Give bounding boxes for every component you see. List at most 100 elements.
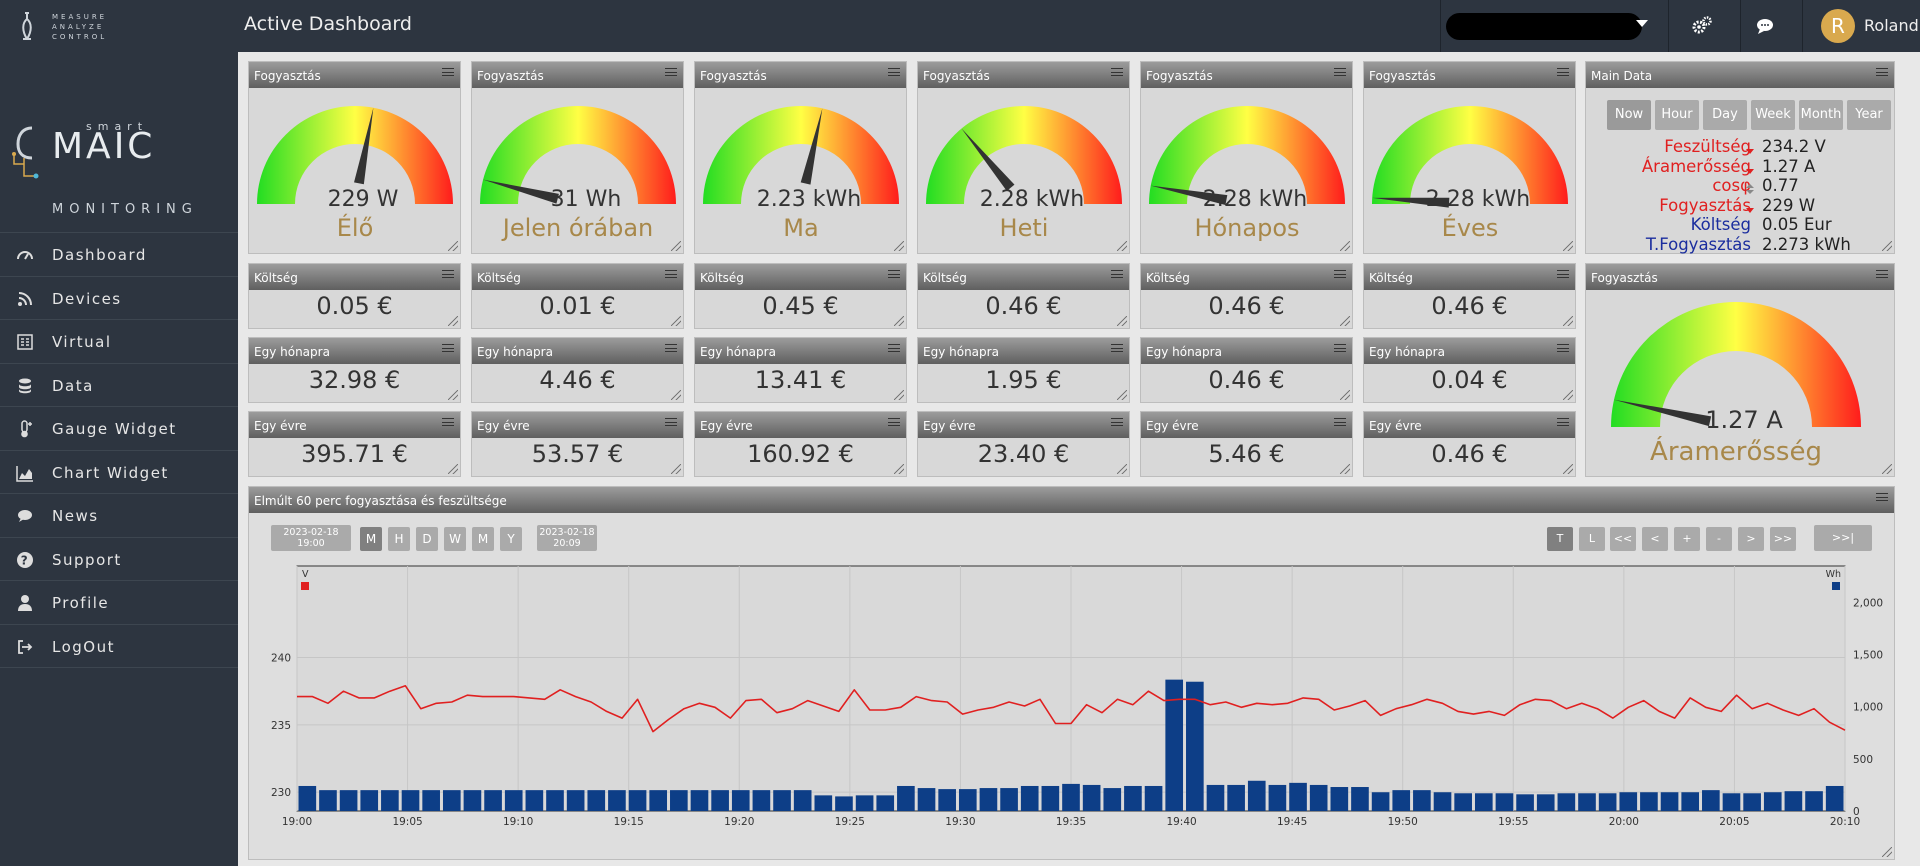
main-data-value: 234.2 V — [1762, 137, 1826, 156]
widget-header[interactable]: Fogyasztás — [249, 62, 460, 88]
menu-icon[interactable] — [1876, 493, 1888, 501]
menu-icon[interactable] — [1334, 270, 1346, 278]
date-from-button[interactable]: 2023-02-18 19:00 — [271, 525, 351, 551]
menu-icon[interactable] — [1334, 418, 1346, 426]
menu-icon[interactable] — [1334, 344, 1346, 352]
widget-header[interactable]: Main Data — [1586, 62, 1894, 88]
widget-header[interactable]: Fogyasztás — [1364, 62, 1575, 88]
widget-header[interactable]: Egy hónapra — [918, 338, 1129, 364]
nav-button-2[interactable]: << — [1610, 527, 1636, 551]
sidebar-item-chart-widget[interactable]: Chart Widget — [0, 451, 238, 494]
widget-header[interactable]: Egy évre — [918, 412, 1129, 438]
widget-header[interactable]: Egy évre — [249, 412, 460, 438]
sidebar-item-support[interactable]: ? Support — [0, 538, 238, 581]
widget-header[interactable]: Fogyasztás — [695, 62, 906, 88]
bar — [1640, 792, 1658, 811]
menu-icon[interactable] — [1557, 344, 1569, 352]
menu-icon[interactable] — [1557, 68, 1569, 76]
nav-button-6[interactable]: > — [1738, 527, 1764, 551]
chevron-down-icon[interactable] — [1636, 20, 1648, 27]
resize-handle-icon[interactable] — [1882, 464, 1892, 474]
sidebar-item-gauge-widget[interactable]: Gauge Widget — [0, 407, 238, 451]
nav-button-1[interactable]: L — [1579, 527, 1605, 551]
sidebar-item-profile[interactable]: Profile — [0, 581, 238, 625]
period-button-day[interactable]: Day — [1703, 100, 1747, 130]
period-button-now[interactable]: Now — [1607, 100, 1651, 130]
widget-header[interactable]: Költség — [1141, 264, 1352, 290]
nav-button-0[interactable]: T — [1547, 527, 1573, 551]
period-button-5[interactable]: Y — [500, 527, 522, 551]
widget-header[interactable]: Költség — [1364, 264, 1575, 290]
widget-header[interactable]: Egy hónapra — [472, 338, 683, 364]
period-button-week[interactable]: Week — [1751, 100, 1795, 130]
menu-icon[interactable] — [1111, 68, 1123, 76]
resize-handle-icon[interactable] — [1882, 241, 1892, 251]
widget-header[interactable]: Fogyasztás — [472, 62, 683, 88]
widget-header[interactable]: Egy hónapra — [695, 338, 906, 364]
menu-icon[interactable] — [442, 344, 454, 352]
menu-icon[interactable] — [442, 270, 454, 278]
menu-icon[interactable] — [888, 270, 900, 278]
period-button-year[interactable]: Year — [1847, 100, 1891, 130]
sidebar-item-virtual[interactable]: Virtual — [0, 320, 238, 364]
widget-title: Egy hónapra — [700, 345, 776, 359]
widget-header[interactable]: Költség — [918, 264, 1129, 290]
menu-icon[interactable] — [665, 344, 677, 352]
menu-icon[interactable] — [665, 418, 677, 426]
widget-header[interactable]: Költség — [695, 264, 906, 290]
nav-button-3[interactable]: < — [1642, 527, 1668, 551]
menu-icon[interactable] — [1557, 418, 1569, 426]
menu-icon[interactable] — [1876, 270, 1888, 278]
sidebar-item-news[interactable]: News — [0, 494, 238, 538]
period-button-month[interactable]: Month — [1799, 100, 1843, 130]
widget-header[interactable]: Egy évre — [472, 412, 683, 438]
nav-button-7[interactable]: >> — [1770, 527, 1796, 551]
menu-icon[interactable] — [442, 418, 454, 426]
widget-header[interactable]: Egy évre — [695, 412, 906, 438]
period-button-4[interactable]: M — [472, 527, 494, 551]
nav-button-4[interactable]: + — [1674, 527, 1700, 551]
menu-icon[interactable] — [888, 344, 900, 352]
menu-icon[interactable] — [1111, 270, 1123, 278]
period-button-0[interactable]: M — [360, 527, 382, 551]
gears-icon[interactable] — [1691, 15, 1713, 37]
chat-icon[interactable] — [1754, 15, 1776, 37]
menu-icon[interactable] — [888, 418, 900, 426]
sort-icon — [1744, 180, 1756, 194]
menu-icon[interactable] — [888, 68, 900, 76]
menu-icon[interactable] — [665, 270, 677, 278]
date-to-button[interactable]: 2023-02-18 20:09 — [537, 525, 597, 551]
sidebar-item-logout[interactable]: LogOut — [0, 625, 238, 668]
sidebar-item-devices[interactable]: Devices — [0, 277, 238, 320]
resize-handle-icon[interactable] — [1882, 847, 1892, 857]
device-select-redacted[interactable] — [1446, 13, 1642, 40]
widget-header[interactable]: Fogyasztás — [918, 62, 1129, 88]
widget-header[interactable]: Egy hónapra — [1364, 338, 1575, 364]
widget-header[interactable]: Fogyasztás — [1586, 264, 1894, 290]
period-button-1[interactable]: H — [388, 527, 410, 551]
menu-icon[interactable] — [1334, 68, 1346, 76]
menu-icon[interactable] — [1111, 418, 1123, 426]
widget-header[interactable]: Egy hónapra — [249, 338, 460, 364]
nav-button-5[interactable]: - — [1706, 527, 1732, 551]
widget-header[interactable]: Egy évre — [1141, 412, 1352, 438]
menu-icon[interactable] — [1111, 344, 1123, 352]
widget-header[interactable]: Költség — [249, 264, 460, 290]
sidebar-item-data[interactable]: Data — [0, 364, 238, 407]
widget-header[interactable]: Elmúlt 60 perc fogyasztása és feszültség… — [249, 487, 1894, 513]
period-button-2[interactable]: D — [416, 527, 438, 551]
widget-header[interactable]: Egy hónapra — [1141, 338, 1352, 364]
widget-header[interactable]: Költség — [472, 264, 683, 290]
jump-end-button[interactable]: >>| — [1814, 525, 1872, 551]
widget-header[interactable]: Egy évre — [1364, 412, 1575, 438]
user-name[interactable]: Roland — [1864, 16, 1919, 35]
menu-icon[interactable] — [665, 68, 677, 76]
widget-header[interactable]: Fogyasztás — [1141, 62, 1352, 88]
menu-icon[interactable] — [1557, 270, 1569, 278]
period-button-3[interactable]: W — [444, 527, 466, 551]
menu-icon[interactable] — [1876, 68, 1888, 76]
sidebar-item-dashboard[interactable]: Dashboard — [0, 233, 238, 277]
menu-icon[interactable] — [442, 68, 454, 76]
avatar[interactable]: R — [1821, 9, 1855, 43]
period-button-hour[interactable]: Hour — [1655, 100, 1699, 130]
